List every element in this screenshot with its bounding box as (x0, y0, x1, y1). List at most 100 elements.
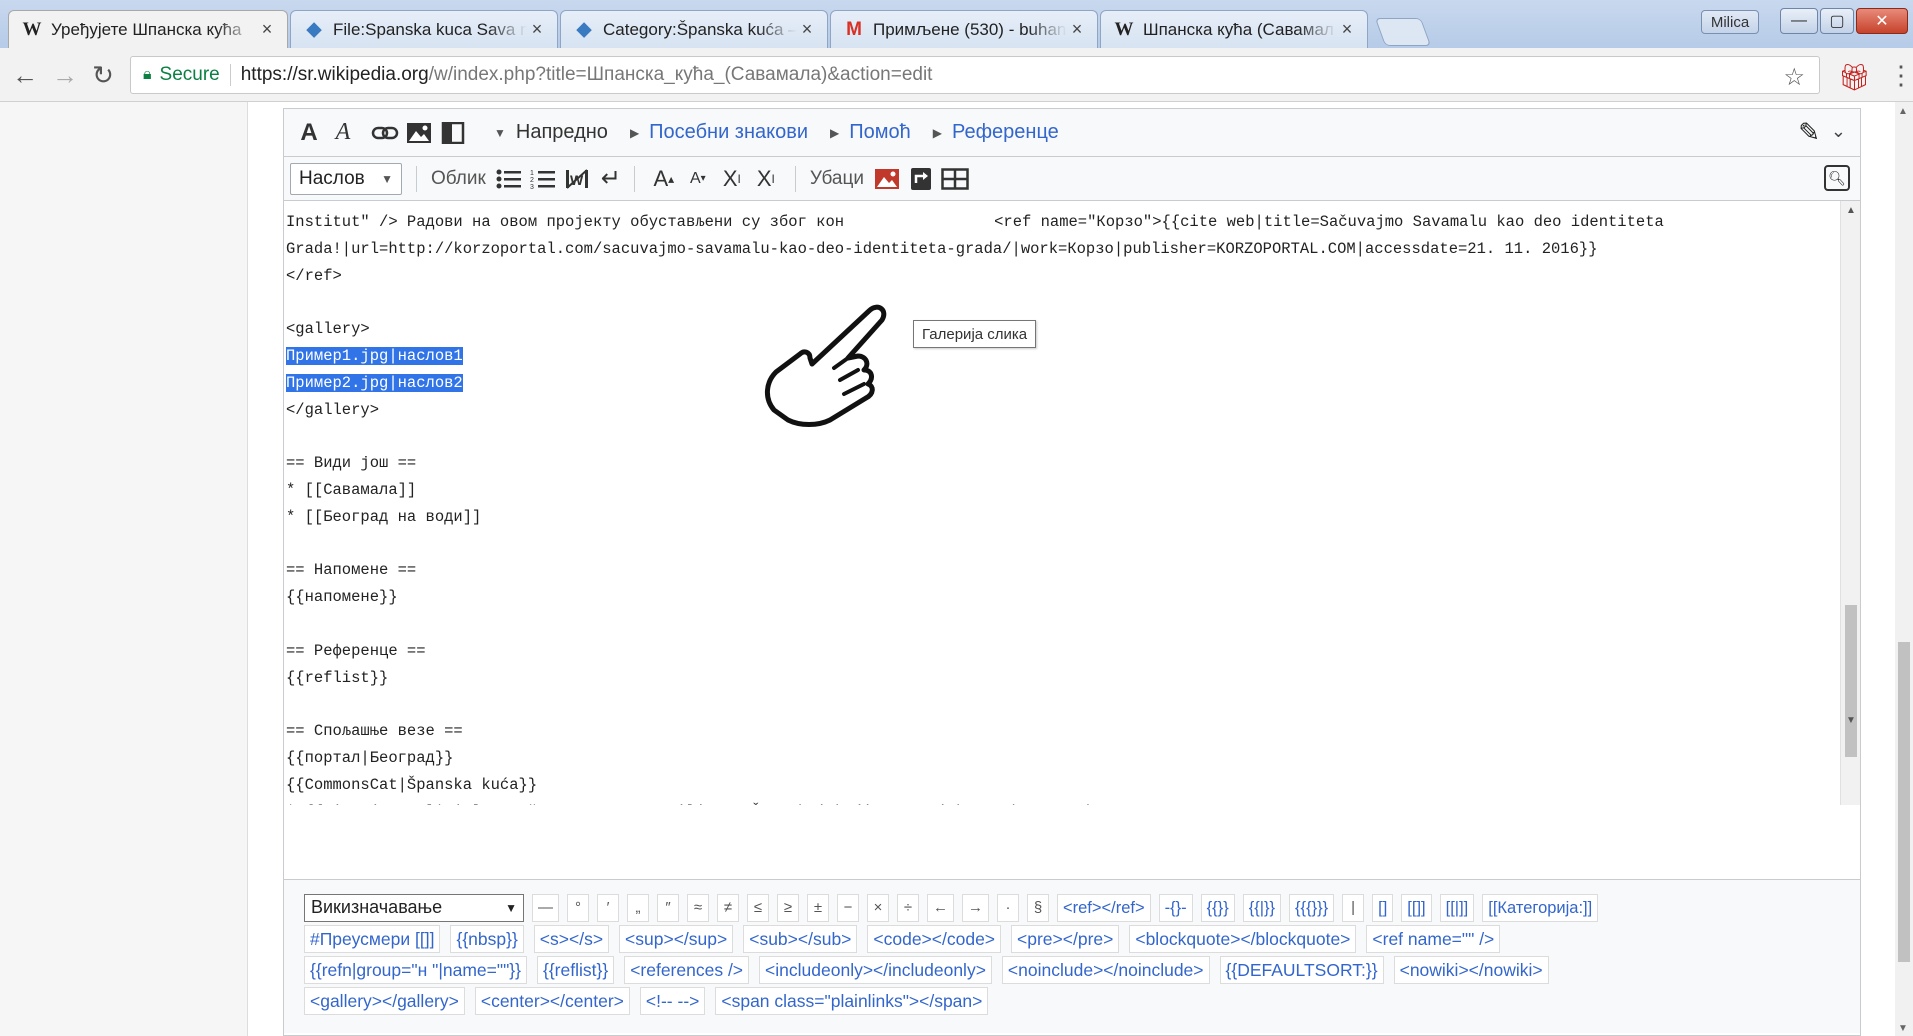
scroll-up-icon[interactable]: ▲ (1846, 205, 1856, 216)
charinsert-item[interactable]: <code></code> (867, 924, 1002, 953)
charinsert-item[interactable]: <includeonly></includeonly> (759, 955, 992, 984)
tab-spanska-kuca-article[interactable]: W Шпанска кућа (Савамал × (1100, 10, 1368, 48)
charinsert-item[interactable]: <span class="plainlinks"></span> (715, 986, 989, 1015)
charinsert-item[interactable]: ← (927, 893, 954, 922)
charinsert-item[interactable]: <sub></sub> (743, 924, 858, 953)
window-close-button[interactable]: ✕ (1856, 8, 1908, 34)
minimize-button[interactable]: — (1780, 8, 1818, 34)
address-bar[interactable]: 🔒︎ Secure https://sr.wikipedia.org /w/in… (130, 56, 1820, 94)
scroll-up-icon[interactable]: ▲ (1898, 106, 1908, 117)
textarea-scrollbar[interactable]: ▲ ▼ (1840, 201, 1860, 805)
charinsert-item[interactable]: -{}- (1158, 893, 1193, 922)
scroll-down-icon[interactable]: ▼ (1898, 1023, 1908, 1034)
scrollbar-thumb[interactable] (1898, 642, 1910, 962)
gift-extension-icon[interactable]: 🎁︎ (1838, 62, 1871, 93)
charinsert-item[interactable]: · (997, 893, 1019, 922)
new-tab-button[interactable] (1374, 18, 1432, 46)
bold-button[interactable]: A (294, 118, 324, 148)
charinsert-item[interactable]: {{{}}} (1289, 893, 1335, 922)
charinsert-item[interactable]: ° (567, 893, 589, 922)
charinsert-item[interactable]: {{refn|group="н "|name=""}} (304, 955, 527, 984)
charinsert-item[interactable]: {{}} (1200, 893, 1235, 922)
profile-button[interactable]: Milica (1701, 10, 1759, 34)
charinsert-item[interactable]: <gallery></gallery> (304, 986, 465, 1015)
search-replace-icon[interactable]: 🔍︎ (1824, 165, 1850, 191)
charinsert-item[interactable]: <s></s> (533, 924, 610, 953)
numbered-list-icon[interactable]: 123 (528, 164, 558, 194)
charinsert-item[interactable]: → (962, 893, 989, 922)
charinsert-item[interactable]: [[Категорија:]] (1482, 893, 1599, 922)
charinsert-item[interactable]: [] (1372, 893, 1394, 922)
redirect-icon[interactable] (906, 164, 936, 194)
charinsert-item[interactable]: <ref></ref> (1057, 893, 1151, 922)
charinsert-item[interactable]: — (532, 893, 559, 922)
charinsert-item[interactable]: „ (627, 893, 649, 922)
italic-button[interactable]: A (328, 118, 358, 148)
scroll-down-icon[interactable]: ▼ (1846, 715, 1856, 726)
charinsert-item[interactable]: <references /> (624, 955, 750, 984)
charinsert-item[interactable]: ≥ (777, 893, 799, 922)
close-icon[interactable]: × (527, 19, 547, 40)
charinsert-item[interactable]: #Преусмери [[]] (304, 924, 441, 953)
superscript-button[interactable]: XI (717, 164, 747, 194)
charinsert-item[interactable]: <ref name="" /> (1366, 924, 1501, 953)
close-icon[interactable]: × (1337, 19, 1357, 40)
charinsert-item[interactable]: − (837, 893, 859, 922)
subscript-button[interactable]: XI (751, 164, 781, 194)
close-icon[interactable]: × (1067, 19, 1087, 40)
back-button[interactable]: ← (10, 60, 40, 90)
wikitext-textarea[interactable]: Institut" /> Радови на овом пројекту обу… (284, 201, 1860, 805)
charinsert-item[interactable]: × (867, 893, 889, 922)
tab-gmail-inbox[interactable]: M Примљене (530) - buhan × (830, 10, 1098, 48)
bulleted-list-icon[interactable] (494, 164, 524, 194)
charinsert-item[interactable]: [[]] (1401, 893, 1432, 922)
charinsert-item[interactable]: <noinclude></noinclude> (1001, 955, 1210, 984)
close-icon[interactable]: × (797, 19, 817, 40)
charinsert-item[interactable]: {{DEFAULTSORT:}} (1219, 955, 1384, 984)
charinsert-item[interactable]: <sup></sup> (619, 924, 734, 953)
small-text-button[interactable]: A ▾ (683, 164, 713, 194)
browser-menu-icon[interactable]: ⋮ (1888, 60, 1913, 91)
link-icon[interactable] (370, 118, 400, 148)
tab-file-spanska-kuca[interactable]: ◆ File:Spanska kuca Sava m × (290, 10, 558, 48)
references-toggle[interactable]: ▶ Референце (933, 121, 1059, 144)
charinsert-item[interactable]: <blockquote></blockquote> (1129, 924, 1357, 953)
newline-icon[interactable]: ↵ (596, 164, 626, 194)
charinsert-item[interactable]: {{nbsp}} (450, 924, 524, 953)
tab-editing-spanska-kuca[interactable]: W Уређујете Шпанска кућа × (8, 10, 288, 48)
charinsert-item[interactable]: ÷ (897, 893, 919, 922)
charinsert-item[interactable]: ″ (657, 893, 679, 922)
page-scrollbar[interactable]: ▲ ▼ (1895, 102, 1913, 1036)
charinsert-item[interactable]: ′ (597, 893, 619, 922)
special-chars-toggle[interactable]: ▶ Посебни знакови (630, 121, 808, 144)
table-icon[interactable] (940, 164, 970, 194)
charinsert-item[interactable]: {{|}} (1242, 893, 1282, 922)
book-icon[interactable] (438, 118, 468, 148)
image-icon[interactable] (404, 118, 434, 148)
advanced-toggle[interactable]: ▼ Напредно (494, 121, 608, 144)
tab-category-spanska-kuca[interactable]: ◆ Category:Španska kuća – × (560, 10, 828, 48)
close-icon[interactable]: × (257, 19, 277, 40)
forward-button[interactable]: → (50, 60, 80, 90)
charinsert-item[interactable]: § (1027, 893, 1049, 922)
charinsert-item[interactable]: ± (807, 893, 829, 922)
charinsert-group-dropdown[interactable]: Викизначавање ▼ (304, 893, 524, 922)
big-text-button[interactable]: A ▴ (649, 164, 679, 194)
charinsert-item[interactable]: <pre></pre> (1011, 924, 1120, 953)
bookmark-star-icon[interactable]: ☆ (1783, 63, 1805, 92)
charinsert-item[interactable]: <!-- --> (639, 986, 706, 1015)
nowiki-icon[interactable]: W (562, 164, 592, 194)
charinsert-item[interactable]: ≠ (717, 893, 739, 922)
help-toggle[interactable]: ▶ Помоћ (830, 121, 911, 144)
chevron-down-icon[interactable]: ⌄ (1831, 121, 1846, 142)
charinsert-item[interactable]: ≈ (687, 893, 709, 922)
charinsert-item[interactable]: <nowiki></nowiki> (1393, 955, 1549, 984)
charinsert-item[interactable]: ≤ (747, 893, 769, 922)
reload-button[interactable]: ↻ (88, 60, 118, 90)
gallery-icon[interactable] (872, 164, 902, 194)
maximize-button[interactable]: ▢ (1820, 8, 1854, 34)
heading-dropdown[interactable]: Наслов ▼ (290, 162, 402, 195)
pencil-icon[interactable]: ✎ (1798, 117, 1820, 148)
charinsert-item[interactable]: [[|]] (1439, 893, 1475, 922)
charinsert-item[interactable]: <center></center> (474, 986, 630, 1015)
